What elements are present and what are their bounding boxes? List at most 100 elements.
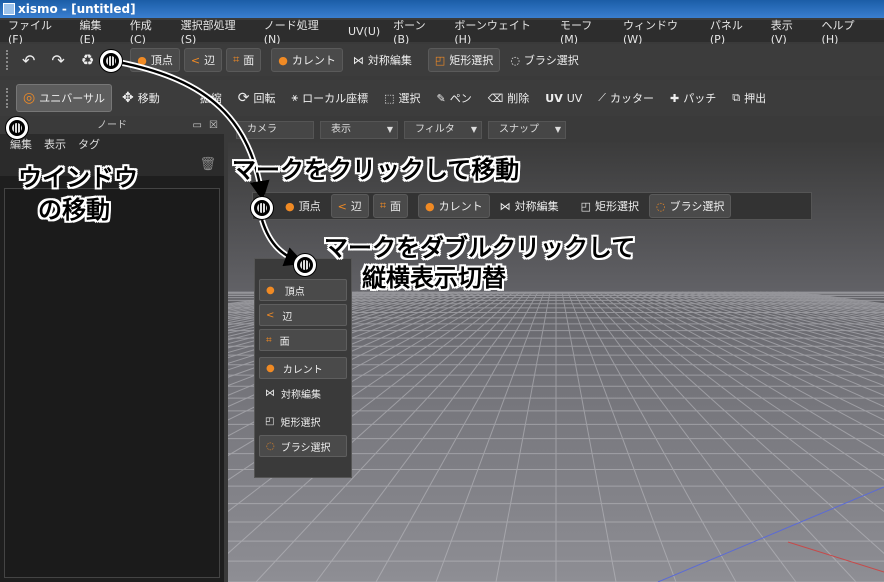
cutter-tool-button[interactable]: ⟋ カッター	[592, 86, 660, 110]
rect-select-label: 矩形選択	[449, 54, 494, 67]
menu-edit[interactable]: 編集(E)	[79, 17, 116, 46]
current-label: カレント	[291, 54, 336, 67]
annotation-dblclick-2: 縦横表示切替	[362, 264, 506, 292]
person-icon: ●	[278, 53, 288, 67]
node-menu-view[interactable]: 表示	[44, 136, 66, 152]
window-title: xismo - [untitled]	[18, 2, 136, 16]
menu-bone[interactable]: ボーン(B)	[393, 17, 441, 46]
select-label: 選択	[398, 92, 421, 105]
menu-window[interactable]: ウィンドウ(W)	[623, 17, 697, 46]
vfloat-current-button[interactable]: ● カレント	[259, 357, 347, 379]
vfloat-edge-button[interactable]: < 辺	[259, 304, 347, 326]
float-brush-select-button[interactable]: ◌ ブラシ選択	[649, 194, 732, 218]
app-icon	[3, 3, 15, 15]
edge-icon: <	[190, 53, 201, 67]
undo-button[interactable]: ↶	[16, 48, 41, 72]
display-dropdown[interactable]: 表示 ▼	[320, 121, 398, 139]
face-icon: ⌗	[379, 199, 387, 212]
edge-icon: <	[266, 309, 275, 321]
float-face-button[interactable]: ⌗ 面	[372, 194, 409, 218]
rotate-label: 回転	[253, 92, 276, 105]
vertex-icon: ●	[137, 53, 147, 67]
menu-view[interactable]: 表示(V)	[771, 17, 809, 46]
panel-close-icon[interactable]: ☒	[209, 118, 218, 134]
move-label: 移動	[137, 92, 160, 105]
float-vertex-button[interactable]: ● 頂点	[279, 194, 327, 218]
local-coord-button[interactable]: ⚹ ローカル座標	[285, 86, 374, 110]
menu-create[interactable]: 作成(C)	[130, 17, 168, 46]
rotate-tool-button[interactable]: ⟳ 回転	[232, 86, 282, 110]
menu-selection[interactable]: 選択部処理(S)	[181, 17, 251, 46]
vfloat-vertex-button[interactable]: ● 頂点	[259, 279, 347, 301]
vertex-mode-button[interactable]: ● 頂点	[130, 48, 180, 72]
scale-tool-button[interactable]: 拡縮	[194, 86, 228, 110]
float-rect-select-button[interactable]: ◰ 矩形選択	[575, 194, 645, 218]
current-button[interactable]: ● カレント	[271, 48, 343, 72]
filter-dropdown[interactable]: フィルタ ▼	[404, 121, 482, 139]
rect-select-icon: ◰	[265, 415, 275, 427]
select-tool-button[interactable]: ⬚ 選択	[378, 86, 426, 110]
camera-label: カメラ	[247, 124, 277, 135]
extrude-tool-button[interactable]: ⧉ 押出	[726, 86, 772, 110]
person-icon: ●	[425, 199, 435, 213]
patch-tool-button[interactable]: ✚ パッチ	[664, 86, 722, 110]
float-edge-button[interactable]: < 辺	[330, 194, 369, 218]
menu-uv[interactable]: UV(U)	[348, 25, 380, 38]
float-edge-label: 辺	[350, 200, 362, 213]
camera-button[interactable]: カメラ	[236, 121, 314, 139]
vfloat-face-button[interactable]: ⌗ 面	[259, 329, 347, 351]
floating-move-mark-icon[interactable]	[251, 197, 273, 219]
title-bar[interactable]: xismo - [untitled]	[0, 0, 884, 18]
vfloat-brush-select-button[interactable]: ◌ ブラシ選択	[259, 435, 347, 457]
pen-icon: ✎	[436, 91, 446, 105]
uv-tool-button[interactable]: UV UV	[539, 86, 588, 110]
app-window: { "window": {"title": "xismo - [untitled…	[0, 0, 884, 582]
extrude-label: 押出	[744, 92, 767, 105]
universal-tool-button[interactable]: ◎ ユニバーサル	[16, 84, 112, 112]
vfloat-rect-select-button[interactable]: ◰ 矩形選択	[259, 410, 347, 432]
rect-select-button[interactable]: ◰ 矩形選択	[427, 48, 501, 72]
delete-label: 削除	[507, 92, 530, 105]
symmetry-button[interactable]: ⋈ 対称編集	[347, 48, 418, 72]
menu-boneweight[interactable]: ボーンウェイト(H)	[454, 17, 547, 46]
butterfly-icon: ⋈	[499, 199, 511, 213]
toolbar-grip[interactable]	[6, 50, 10, 70]
toolbar-move-mark-icon[interactable]	[100, 50, 122, 72]
menu-panel[interactable]: パネル(P)	[710, 17, 758, 46]
vertex-label: 頂点	[150, 54, 173, 67]
float-current-button[interactable]: ● カレント	[418, 194, 490, 218]
edge-mode-button[interactable]: < 辺	[183, 48, 223, 72]
trash-icon[interactable]: 🗑	[199, 157, 216, 172]
menu-morph[interactable]: モーフ(M)	[560, 17, 610, 46]
select-icon: ⬚	[384, 91, 395, 105]
recycle-button[interactable]: ♻	[75, 48, 100, 72]
vfloat-symmetry-button[interactable]: ⋈ 対称編集	[259, 382, 347, 404]
eraser-icon: ⌫	[487, 91, 504, 105]
brush-select-label: ブラシ選択	[523, 54, 579, 67]
vfloat-vertex-label: 頂点	[284, 286, 305, 298]
filter-label: フィルタ	[415, 124, 455, 135]
toolbar-grip[interactable]	[6, 88, 10, 108]
delete-tool-button[interactable]: ⌫ 削除	[482, 86, 536, 110]
menu-file[interactable]: ファイル(F)	[8, 17, 66, 46]
panel-restore-icon[interactable]: ▭	[193, 118, 202, 134]
redo-button[interactable]: ↷	[45, 48, 70, 72]
pen-tool-button[interactable]: ✎ ペン	[430, 86, 477, 110]
globe-icon: ◎	[23, 90, 36, 106]
move-tool-button[interactable]: ✥ 移動	[116, 86, 166, 110]
node-tree[interactable]	[4, 188, 220, 578]
menu-node[interactable]: ノード処理(N)	[264, 17, 335, 46]
snap-label: スナップ	[499, 124, 539, 135]
floating-toolbar-horizontal: ● 頂点 < 辺 ⌗ 面 ● カレント ⋈ 対称編集 ◰ 矩形選択 ◌ ブラシ選択	[252, 192, 812, 220]
brush-select-button[interactable]: ◌ ブラシ選択	[504, 48, 584, 72]
menu-help[interactable]: ヘルプ(H)	[822, 17, 871, 46]
snap-dropdown[interactable]: スナップ ▼	[488, 121, 566, 139]
window-move-mark-icon[interactable]	[6, 117, 28, 139]
face-mode-button[interactable]: ⌗ 面	[226, 48, 262, 72]
node-menu-tag[interactable]: タグ	[78, 136, 100, 152]
node-panel-header[interactable]: ノード ▭ ☒	[0, 118, 224, 134]
toolbar-tools: ◎ ユニバーサル ✥ 移動 拡縮 ⟳ 回転 ⚹ ローカル座標 ⬚ 選択 ✎ ペン ⌫ 削除 U…	[0, 80, 884, 116]
float-symmetry-button[interactable]: ⋈ 対称編集	[494, 194, 565, 218]
edge-label: 辺	[204, 54, 216, 67]
vertical-move-mark-icon[interactable]	[294, 254, 316, 276]
